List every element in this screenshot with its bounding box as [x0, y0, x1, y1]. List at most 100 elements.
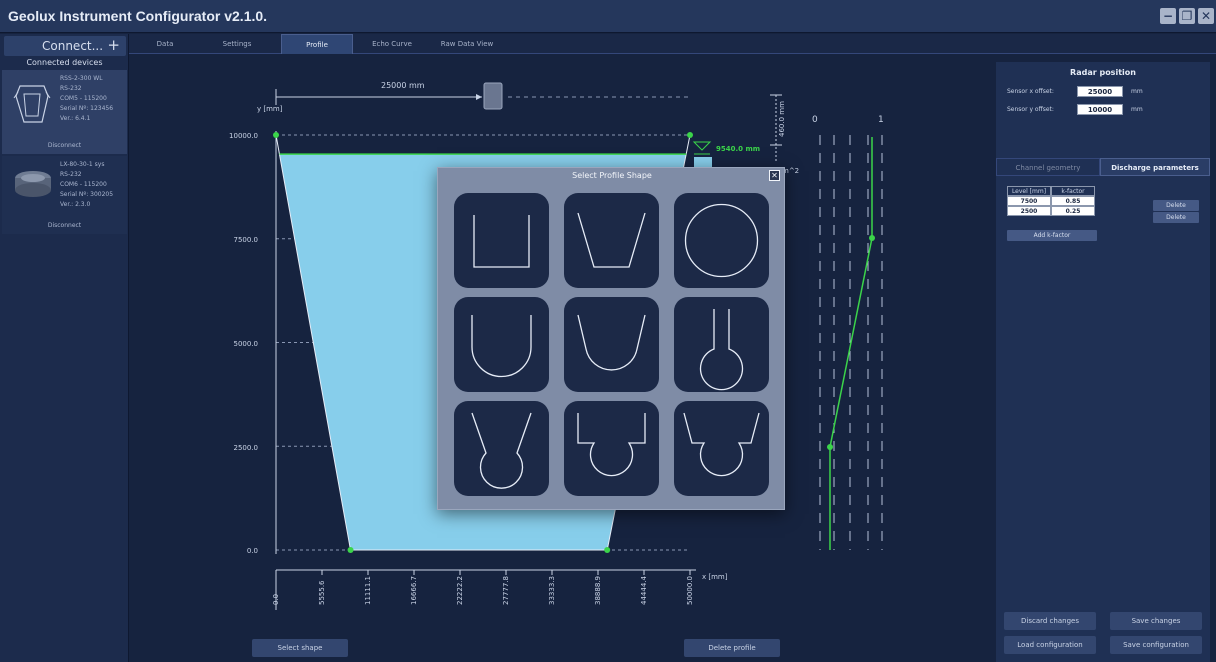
- tab-discharge-parameters[interactable]: Discharge parameters: [1100, 158, 1210, 176]
- delete-profile-button[interactable]: Delete profile: [684, 639, 780, 657]
- discard-changes-button[interactable]: Discard changes: [1004, 612, 1096, 630]
- rectangular-channel-icon: [473, 215, 530, 268]
- y-tick: 0.0: [246, 547, 258, 555]
- close-button[interactable]: ✕: [1198, 8, 1214, 24]
- device-name: LX-80-30-1 sys: [60, 161, 105, 168]
- device-name: RSS-2-300 WL: [60, 75, 103, 82]
- connected-devices-title: Connected devices: [26, 58, 103, 67]
- level-sensor-icon: [15, 171, 51, 197]
- sensor-offset-label: 25000 mm: [381, 81, 425, 90]
- device-card-2[interactable]: LX-80-30-1 sys RS-232 COM6 - 115200 Seri…: [2, 156, 127, 234]
- device-info-1: RSS-2-300 WL RS-232 COM5 - 115200 Serial…: [60, 74, 113, 124]
- k-factor-curve: [829, 137, 873, 550]
- device-version: Ver.: 6.4.1: [60, 115, 91, 122]
- offset-arrowhead: [476, 94, 482, 100]
- shape-trapezoid-box-circle-button[interactable]: [674, 401, 769, 496]
- app-title: Geolux Instrument Configurator v2.1.0.: [8, 8, 268, 24]
- minimize-button[interactable]: −: [1160, 8, 1176, 24]
- x-tick: 33333.3: [548, 576, 556, 605]
- tab-settings[interactable]: Settings: [205, 34, 269, 54]
- right-panel: Radar position Sensor x offset: 25000 mm…: [996, 62, 1210, 662]
- delete-row-button[interactable]: Delete: [1153, 200, 1199, 211]
- close-icon[interactable]: ✕: [769, 170, 780, 181]
- delete-row-button[interactable]: Delete: [1153, 212, 1199, 223]
- shape-trapezoid-circle-button[interactable]: [454, 401, 549, 496]
- connect-button[interactable]: Connect... +: [4, 36, 126, 56]
- device-serial: Serial Nº: 123456: [60, 105, 114, 112]
- device-version: Ver.: 2.3.0: [60, 201, 91, 208]
- water-level-marker: [692, 141, 712, 151]
- profile-point: [687, 132, 693, 138]
- shape-u-sloped-button[interactable]: [564, 297, 659, 392]
- y-tick: 10000.0: [229, 132, 258, 140]
- y-axis-label: y [mm]: [257, 105, 283, 113]
- k-tick-1: 1: [878, 115, 884, 125]
- sensor-y-offset-label: Sensor y offset:: [1007, 106, 1054, 113]
- device-card-1[interactable]: RSS-2-300 WL RS-232 COM5 - 115200 Serial…: [2, 70, 127, 154]
- connect-label: Connect...: [42, 39, 104, 53]
- x-tick: 50000.0: [686, 576, 694, 605]
- device-interface: RS-232: [60, 85, 82, 92]
- disconnect-button[interactable]: Disconnect: [2, 222, 127, 229]
- tab-echo-curve[interactable]: Echo Curve: [357, 34, 427, 54]
- device-interface: RS-232: [60, 171, 82, 178]
- shape-keyhole-button[interactable]: [674, 297, 769, 392]
- tab-data[interactable]: Data: [135, 34, 195, 54]
- profile-point: [273, 132, 279, 138]
- shape-rectangle-circle-button[interactable]: [564, 401, 659, 496]
- x-tick: 27777.8: [502, 576, 510, 605]
- tab-bar: Data Settings Profile Echo Curve Raw Dat…: [129, 34, 1216, 54]
- dialog-title: Select Profile Shape: [572, 171, 652, 180]
- keyhole-channel-icon: [699, 309, 744, 391]
- sensor-x-offset-label: Sensor x offset:: [1007, 88, 1054, 95]
- radar-sensor-icon: [13, 85, 51, 123]
- device-port: COM6 - 115200: [60, 181, 107, 188]
- shape-circular-button[interactable]: [674, 193, 769, 288]
- sidebar: Connect... + Connected devices RSS-2-300…: [0, 34, 129, 662]
- trapezoidal-channel-icon: [577, 212, 646, 268]
- y-tick: 7500.0: [233, 236, 259, 244]
- radar-sensor: [483, 82, 503, 110]
- add-k-factor-button[interactable]: Add k-factor: [1007, 230, 1097, 241]
- level-cell[interactable]: 2500: [1007, 206, 1051, 216]
- sensor-x-offset-input[interactable]: 25000: [1077, 86, 1123, 97]
- water-legend-swatch: [694, 157, 712, 167]
- select-profile-shape-dialog: Select Profile Shape ✕: [437, 167, 785, 510]
- trapezoid-box-over-circle-icon: [683, 412, 760, 477]
- select-shape-button[interactable]: Select shape: [252, 639, 348, 657]
- shape-rectangular-button[interactable]: [454, 193, 549, 288]
- k-factor-cell[interactable]: 0.25: [1051, 206, 1095, 216]
- maximize-button[interactable]: ❐: [1179, 8, 1195, 24]
- x-tick: 38888.9: [594, 576, 602, 605]
- radar-position-title: Radar position: [1070, 68, 1136, 77]
- k-factor-cell[interactable]: 0.85: [1051, 196, 1095, 206]
- tab-raw-data-view[interactable]: Raw Data View: [427, 34, 507, 54]
- x-axis-label: x [mm]: [702, 573, 728, 581]
- table-header: Level [mm] k-factor: [1007, 186, 1095, 196]
- table-row: 7500 0.85: [1007, 196, 1095, 206]
- k-factor-table: Level [mm] k-factor 7500 0.85 2500 0.25: [1007, 186, 1095, 216]
- unit-label: mm: [1131, 106, 1143, 113]
- tab-channel-geometry[interactable]: Channel geometry: [996, 158, 1100, 176]
- circular-channel-icon: [684, 203, 759, 278]
- k-factor-point: [827, 444, 833, 450]
- x-tick: 16666.7: [410, 576, 418, 605]
- column-header: Level [mm]: [1007, 186, 1051, 196]
- table-row: 2500 0.25: [1007, 206, 1095, 216]
- load-configuration-button[interactable]: Load configuration: [1004, 636, 1096, 654]
- x-tick: 22222.2: [456, 576, 464, 605]
- shape-u-shaped-button[interactable]: [454, 297, 549, 392]
- save-changes-button[interactable]: Save changes: [1110, 612, 1202, 630]
- sensor-y-offset-input[interactable]: 10000: [1077, 104, 1123, 115]
- tab-profile[interactable]: Profile: [281, 34, 353, 54]
- device-port: COM5 - 115200: [60, 95, 107, 102]
- level-cell[interactable]: 7500: [1007, 196, 1051, 206]
- title-bar: Geolux Instrument Configurator v2.1.0. −…: [0, 0, 1216, 33]
- trapezoid-over-circle-icon: [471, 412, 532, 489]
- k-tick-0: 0: [812, 115, 818, 125]
- x-tick: 11111.1: [364, 576, 372, 605]
- shape-trapezoidal-button[interactable]: [564, 193, 659, 288]
- disconnect-button[interactable]: Disconnect: [2, 142, 127, 149]
- height-label: 460.0 mm: [778, 101, 786, 137]
- save-configuration-button[interactable]: Save configuration: [1110, 636, 1202, 654]
